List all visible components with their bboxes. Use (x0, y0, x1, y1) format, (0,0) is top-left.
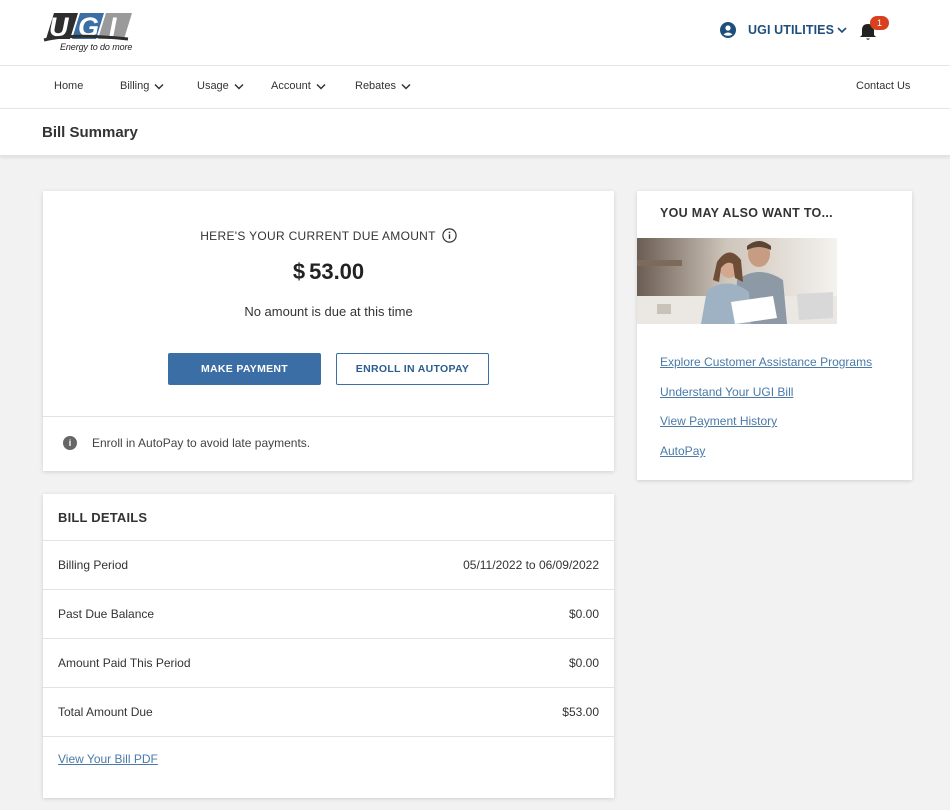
logo-tagline: Energy to do more (60, 42, 133, 52)
nav-billing-label: Billing (120, 80, 150, 92)
due-status-text: No amount is due at this time (244, 304, 413, 319)
due-currency: $ (292, 259, 306, 284)
chevron-down-icon (837, 27, 847, 34)
autopay-note: i Enroll in AutoPay to avoid late paymen… (63, 436, 310, 450)
row-value: $0.00 (568, 607, 599, 621)
main-nav: Home Billing Usage Account Rebates Conta… (0, 66, 950, 109)
account-circle-icon (720, 22, 736, 38)
pdf-row (43, 736, 614, 798)
current-due-card: HERE'S YOUR CURRENT DUE AMOUNT $53.00 No… (43, 191, 614, 471)
notification-badge: 1 (870, 16, 889, 30)
row-label: Billing Period (58, 558, 129, 572)
table-row: Amount Paid This Period $0.00 (43, 638, 614, 687)
row-label: Past Due Balance (58, 607, 155, 621)
link-autopay[interactable]: AutoPay (660, 444, 705, 458)
row-label: Amount Paid This Period (58, 656, 191, 670)
nav-home[interactable]: Home (54, 80, 83, 92)
nav-contact-label: Contact Us (856, 80, 911, 92)
row-value: 05/11/2022 to 06/09/2022 (463, 558, 599, 572)
suggestions-card: YOU MAY ALSO WANT TO... Explore Customer… (637, 191, 912, 480)
table-row: Total Amount Due $53.00 (43, 687, 614, 736)
info-icon[interactable] (442, 228, 457, 243)
row-value: $0.00 (568, 656, 599, 670)
due-amount-value: 53.00 (309, 259, 365, 284)
page-title-bar: Bill Summary (0, 109, 950, 156)
page-title: Bill Summary (42, 124, 138, 141)
enroll-autopay-button[interactable]: ENROLL IN AUTOPAY (336, 353, 489, 385)
nav-usage[interactable]: Usage (197, 80, 244, 92)
chevron-down-icon (154, 83, 164, 90)
autopay-note-text: Enroll in AutoPay to avoid late payments… (92, 436, 311, 450)
link-customer-assistance[interactable]: Explore Customer Assistance Programs (660, 355, 872, 369)
due-amount: $53.00 (43, 259, 614, 285)
bill-details-card: BILL DETAILS Billing Period 05/11/2022 t… (43, 494, 614, 798)
chevron-down-icon (401, 83, 411, 90)
row-value: $53.00 (562, 705, 599, 719)
nav-account[interactable]: Account (271, 80, 326, 92)
nav-rebates-label: Rebates (355, 80, 396, 92)
chevron-down-icon (316, 83, 326, 90)
due-heading-label: HERE'S YOUR CURRENT DUE AMOUNT (200, 228, 436, 243)
make-payment-button[interactable]: MAKE PAYMENT (168, 353, 321, 385)
divider (43, 416, 614, 417)
due-heading: HERE'S YOUR CURRENT DUE AMOUNT (43, 228, 614, 243)
table-row: Billing Period 05/11/2022 to 06/09/2022 (43, 540, 614, 589)
nav-account-label: Account (271, 80, 311, 92)
nav-rebates[interactable]: Rebates (355, 80, 411, 92)
chevron-down-icon (234, 83, 244, 90)
suggestions-heading: YOU MAY ALSO WANT TO... (660, 206, 833, 220)
user-menu[interactable]: UGI UTILITIES (720, 21, 847, 39)
table-row: Past Due Balance $0.00 (43, 589, 614, 638)
link-understand-bill[interactable]: Understand Your UGI Bill (660, 385, 793, 399)
link-payment-history[interactable]: View Payment History (660, 414, 777, 428)
nav-home-label: Home (54, 80, 84, 92)
bill-details-heading: BILL DETAILS (58, 510, 148, 525)
couple-reviewing-bill-image (637, 238, 837, 324)
row-label: Total Amount Due (58, 705, 153, 719)
top-header: U G I Energy to do more UGI UTILITIES 1 (0, 0, 950, 66)
nav-billing[interactable]: Billing (120, 80, 164, 92)
nav-contact-us[interactable]: Contact Us (856, 80, 910, 92)
user-name: UGI UTILITIES (748, 23, 835, 37)
info-icon: i (63, 436, 77, 450)
nav-usage-label: Usage (197, 80, 229, 92)
view-bill-pdf-link[interactable]: View Your Bill PDF (58, 752, 158, 766)
